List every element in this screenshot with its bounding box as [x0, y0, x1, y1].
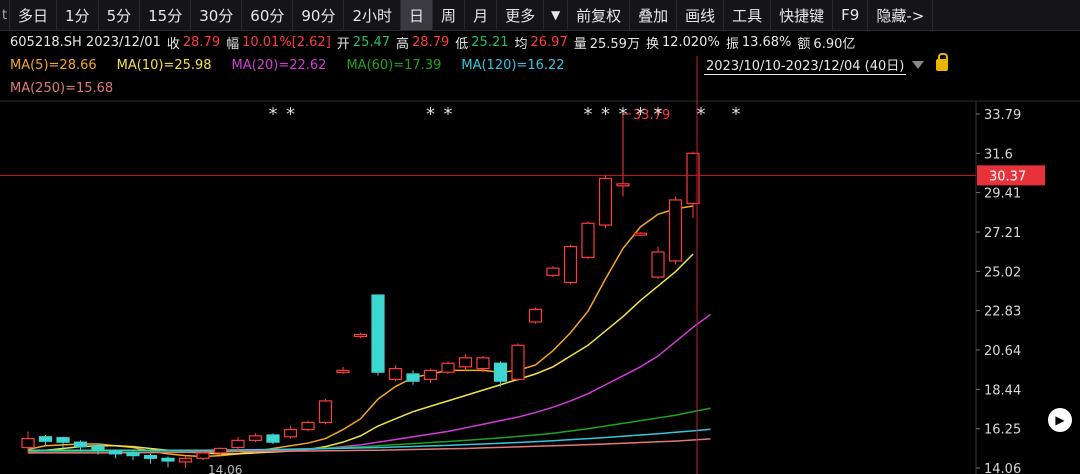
candle-body-19: [353, 333, 368, 338]
candle-body-37: [668, 199, 683, 262]
star-marker-7: *: [636, 104, 645, 125]
crosshair-price-label: 30.37: [989, 169, 1026, 184]
star-marker-4: *: [584, 104, 593, 125]
candle-body-24: [441, 362, 455, 373]
candle-body-36: [651, 251, 665, 278]
candle-body-31: [563, 245, 578, 284]
candle-body-30: [546, 267, 560, 276]
candle-body-34: [616, 183, 630, 187]
arrow-right-icon[interactable]: ▶: [1048, 408, 1072, 432]
star-marker-8: *: [654, 104, 663, 125]
candle-body-9: [178, 457, 193, 463]
candle-body-7: [143, 455, 158, 459]
candle-body-20: [371, 294, 385, 373]
y-tick-label-3: 27.21: [984, 226, 1021, 241]
y-tick-label-4: 25.02: [984, 265, 1021, 280]
candle-body-8: [161, 457, 175, 462]
candle-body-4: [91, 445, 105, 451]
ma-line-2: [27, 313, 711, 454]
candle-body-12: [231, 439, 245, 449]
candle-body-21: [388, 368, 403, 380]
candle-body-18: [336, 369, 350, 373]
y-tick-label-5: 22.83: [984, 305, 1021, 320]
candle-body-2: [56, 437, 70, 443]
y-tick-label-7: 18.44: [984, 383, 1021, 398]
candle-body-3: [73, 441, 88, 448]
candle-body-13: [248, 435, 263, 441]
star-marker-6: *: [619, 104, 628, 125]
candle-body-29: [528, 308, 543, 323]
y-tick-label-2: 29.41: [984, 187, 1021, 202]
star-marker-9: *: [697, 104, 706, 125]
y-tick-label-1: 31.6: [984, 147, 1013, 162]
y-tick-label-6: 20.64: [984, 344, 1021, 359]
candle-body-15: [283, 429, 298, 438]
y-tick-label-8: 16.25: [984, 423, 1021, 438]
star-marker-0: *: [269, 104, 278, 125]
candle-body-16: [301, 421, 315, 431]
candle-body-6: [126, 452, 140, 457]
candle-body-28: [511, 344, 525, 380]
kline-chart[interactable]: 33.79 31.6 29.41 27.21 25.02 22.83 20.64 18.44 1…: [0, 0, 1080, 474]
candle-body-27: [493, 362, 508, 382]
y-tick-label-0: 33.79: [984, 108, 1021, 123]
star-marker-1: *: [286, 104, 295, 125]
star-marker-5: *: [601, 104, 610, 125]
candle-body-35: [633, 232, 648, 236]
candle-body-17: [318, 400, 333, 424]
candle-body-0: [21, 437, 35, 449]
candle-body-25: [458, 357, 473, 368]
ma-line-1: [27, 253, 694, 455]
candle-body-5: [108, 450, 123, 455]
candle-body-23: [423, 369, 438, 380]
candle-body-32: [581, 222, 595, 258]
star-marker-2: *: [426, 104, 435, 125]
star-marker-3: *: [444, 104, 453, 125]
candle-body-1: [38, 436, 53, 442]
candle-body-22: [406, 373, 420, 382]
star-marker-10: *: [732, 104, 741, 125]
candle-body-26: [476, 357, 490, 370]
low-annotation-label: 14.06: [208, 463, 242, 474]
candle-body-10: [196, 452, 210, 459]
candle-body-11: [213, 447, 228, 454]
candle-body-14: [266, 434, 280, 443]
y-tick-label-9: 14.06: [984, 462, 1021, 474]
candle-body-33: [598, 177, 613, 226]
